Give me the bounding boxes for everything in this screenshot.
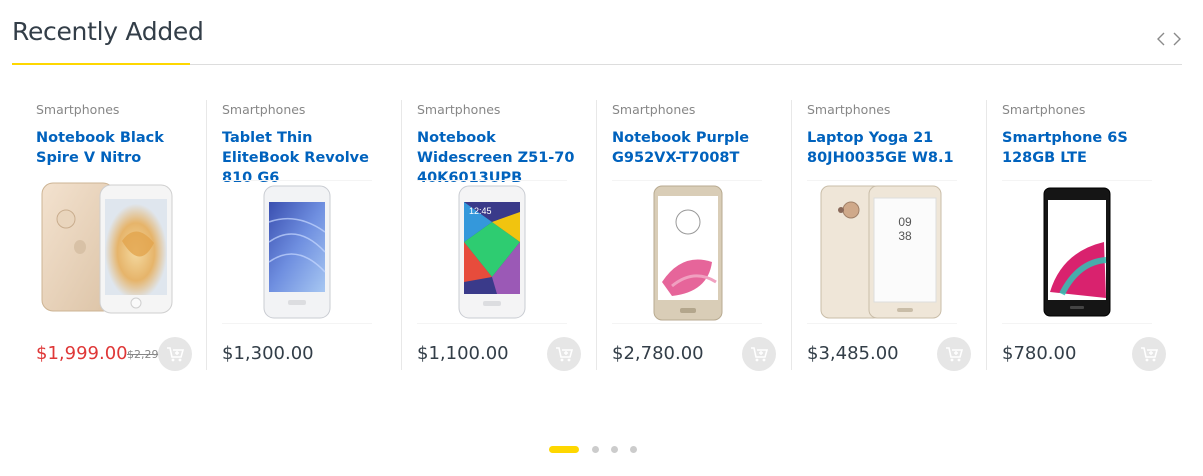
product-category[interactable]: Smartphones: [222, 102, 305, 117]
section-title: Recently Added: [12, 17, 204, 46]
chevron-left-icon[interactable]: [1156, 30, 1166, 48]
phone-screen-minute: 38: [898, 229, 912, 243]
carousel-pagination: [549, 446, 649, 453]
product-category[interactable]: Smartphones: [612, 102, 695, 117]
pagination-dot[interactable]: [611, 446, 618, 453]
product-image[interactable]: [222, 180, 372, 324]
product-carousel: Smartphones Notebook Black Spire V Nitro: [12, 100, 1182, 371]
product-name[interactable]: Notebook Purple G952VX-T7008T: [612, 128, 777, 168]
product-price: $1,999.00: [36, 343, 128, 364]
product-image[interactable]: [612, 180, 762, 324]
product-name[interactable]: Laptop Yoga 21 80JH0035GE W8.1: [807, 128, 972, 168]
product-category[interactable]: Smartphones: [36, 102, 119, 117]
phone-screen-time: 12:45: [469, 206, 492, 216]
product-old-price: $2,29: [127, 348, 159, 361]
product-price: $1,300.00: [222, 343, 314, 364]
phone-image: [263, 185, 331, 319]
phone-image: [1043, 187, 1111, 317]
title-underline: [12, 63, 190, 65]
iphone-image: [41, 182, 173, 314]
product-price: $780.00: [1002, 343, 1077, 364]
add-to-cart-button[interactable]: [742, 337, 776, 371]
add-to-cart-icon: [1141, 347, 1158, 362]
product-price: $2,780.00: [612, 343, 704, 364]
product-card: Smartphones Notebook Purple G952VX-T7008…: [596, 100, 792, 371]
pagination-dot[interactable]: [592, 446, 599, 453]
pagination-dot-active[interactable]: [549, 446, 579, 453]
product-price: $1,100.00: [417, 343, 509, 364]
add-to-cart-icon: [167, 347, 184, 362]
product-image[interactable]: [36, 180, 186, 322]
product-name[interactable]: Notebook Widescreen Z51-70 40K6013UPB: [417, 128, 582, 188]
carousel-nav: [1156, 30, 1182, 48]
add-to-cart-icon: [751, 347, 768, 362]
product-category[interactable]: Smartphones: [1002, 102, 1085, 117]
phone-screen-hour: 09: [898, 215, 912, 229]
add-to-cart-icon: [556, 347, 573, 362]
product-card: Smartphones Smartphone 6S 128GB LTE $780…: [986, 100, 1182, 371]
phone-image: 09 38: [820, 185, 942, 319]
product-card: Smartphones Tablet Thin EliteBook Revolv…: [206, 100, 402, 370]
pagination-dot[interactable]: [630, 446, 637, 453]
product-card: Smartphones Laptop Yoga 21 80JH0035GE W8…: [791, 100, 987, 371]
product-name[interactable]: Smartphone 6S 128GB LTE: [1002, 128, 1167, 168]
product-image[interactable]: [1002, 180, 1152, 324]
product-card: Smartphones Notebook Widescreen Z51-70 4…: [401, 100, 597, 371]
add-to-cart-icon: [946, 347, 963, 362]
chevron-right-icon[interactable]: [1172, 30, 1182, 48]
add-to-cart-button[interactable]: [158, 337, 192, 371]
product-category[interactable]: Smartphones: [807, 102, 890, 117]
section-header: Recently Added: [12, 0, 1182, 65]
phone-image: 12:45: [458, 185, 526, 319]
product-card: Smartphones Notebook Black Spire V Nitro: [12, 100, 207, 371]
product-price: $3,485.00: [807, 343, 899, 364]
product-image[interactable]: 12:45: [417, 180, 567, 324]
add-to-cart-button[interactable]: [547, 337, 581, 371]
product-category[interactable]: Smartphones: [417, 102, 500, 117]
product-image[interactable]: 09 38: [807, 180, 957, 324]
product-name[interactable]: Notebook Black Spire V Nitro: [36, 128, 201, 168]
add-to-cart-button[interactable]: [1132, 337, 1166, 371]
phone-image: [653, 185, 723, 321]
add-to-cart-button[interactable]: [937, 337, 971, 371]
product-name[interactable]: Tablet Thin EliteBook Revolve 810 G6: [222, 128, 387, 188]
